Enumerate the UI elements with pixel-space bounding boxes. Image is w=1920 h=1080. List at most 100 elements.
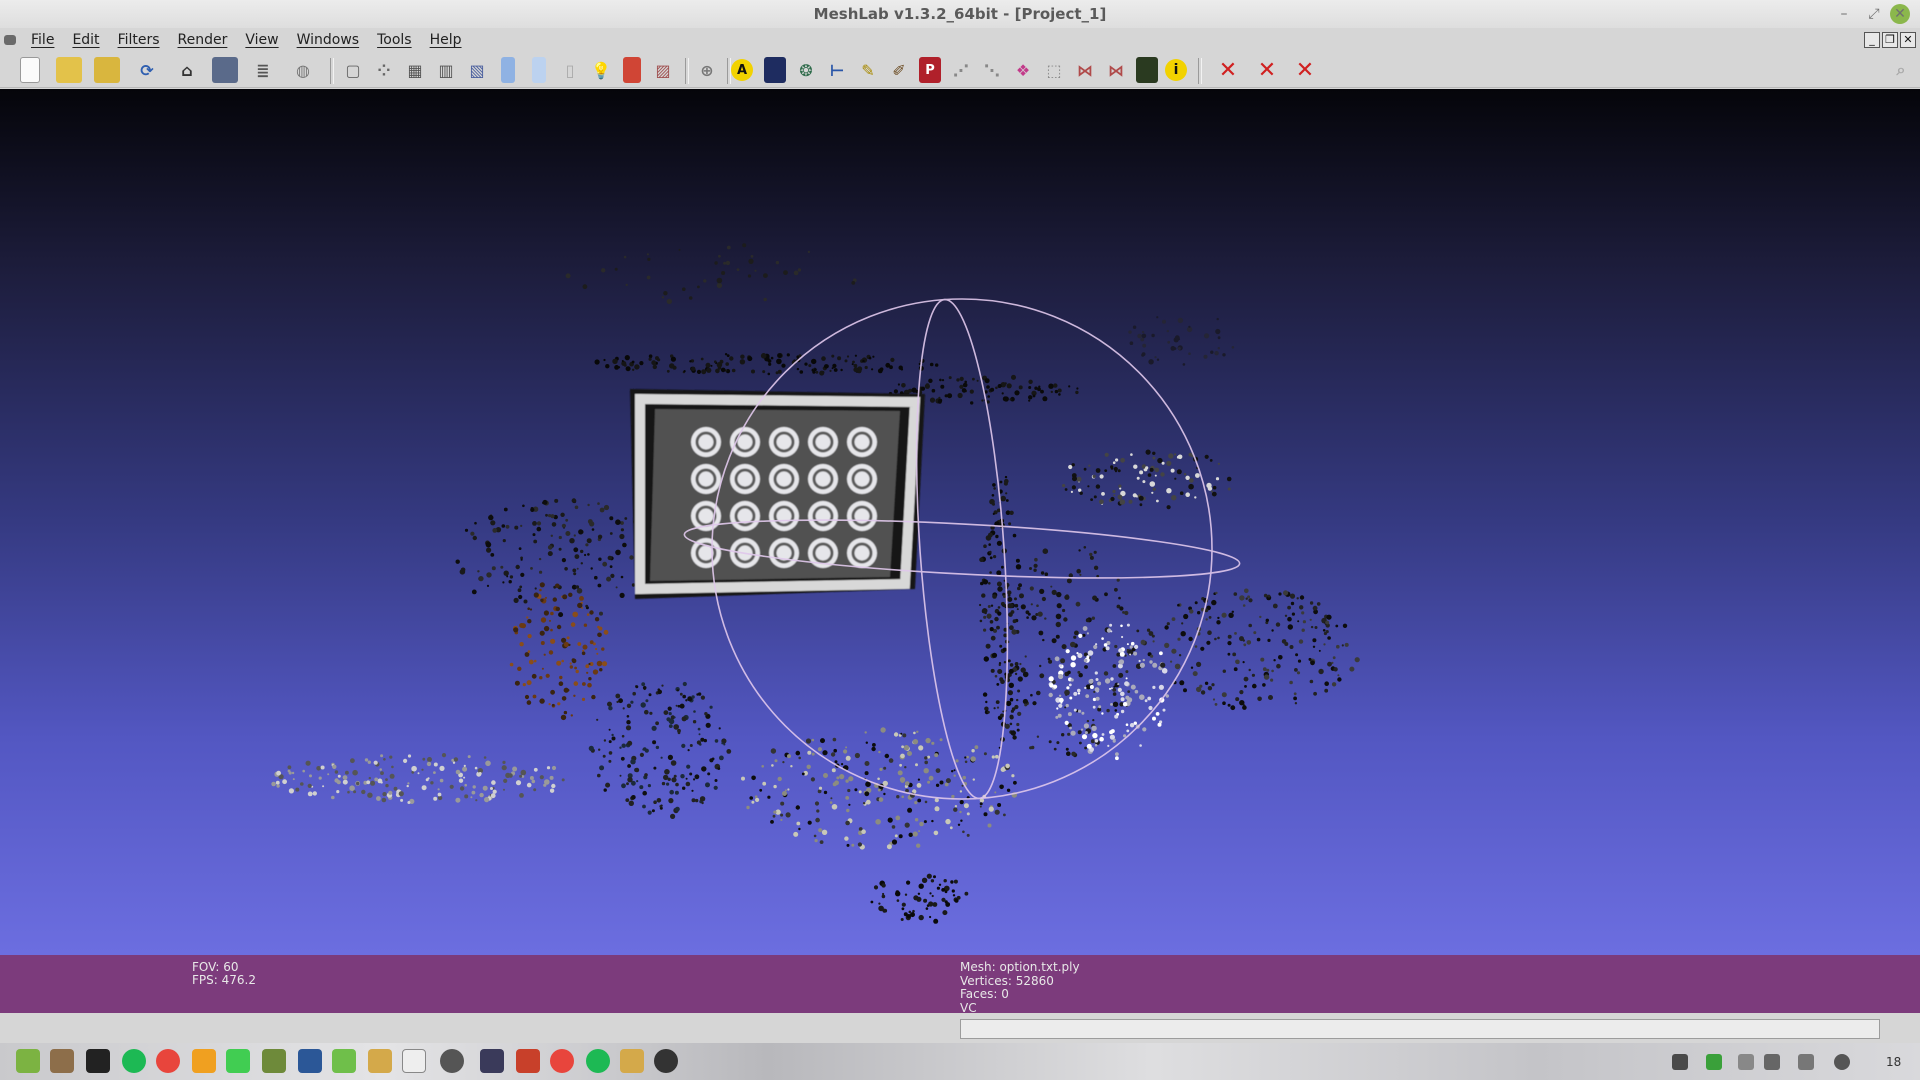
- volume-icon[interactable]: [1798, 1054, 1814, 1070]
- paint-icon[interactable]: ✐: [886, 57, 912, 83]
- select-vertices-icon[interactable]: ⋱: [979, 57, 1005, 83]
- texture-icon[interactable]: [764, 57, 786, 83]
- calc-icon[interactable]: [332, 1049, 356, 1073]
- point: [845, 755, 851, 761]
- point: [472, 785, 476, 789]
- network-icon[interactable]: [1738, 1054, 1754, 1070]
- texture-render-icon[interactable]: ▨: [650, 57, 676, 83]
- open-icon[interactable]: [56, 57, 82, 83]
- image-viewer-icon[interactable]: [516, 1049, 540, 1073]
- snapshot-icon[interactable]: [212, 57, 238, 83]
- menu-filters[interactable]: Filters: [109, 32, 169, 48]
- point: [999, 677, 1004, 682]
- mesh-info-icon[interactable]: ❂: [793, 57, 819, 83]
- light-icon[interactable]: 💡: [588, 57, 614, 83]
- new-icon[interactable]: [20, 57, 40, 83]
- point: [763, 273, 768, 278]
- notifications-icon[interactable]: [1764, 1054, 1780, 1070]
- point: [509, 575, 514, 579]
- point: [984, 378, 990, 384]
- point: [580, 549, 584, 554]
- point: [1078, 709, 1082, 713]
- maximize-icon[interactable]: ⤢: [1864, 4, 1884, 24]
- manipulator-icon[interactable]: ⊕: [694, 57, 720, 83]
- 3d-viewport[interactable]: [0, 89, 1920, 955]
- refresh-app-icon[interactable]: [654, 1049, 678, 1073]
- layers-icon[interactable]: ≣: [250, 57, 276, 83]
- bbox-icon[interactable]: ▢: [340, 57, 366, 83]
- delete-selected-faces-icon[interactable]: ✕: [1215, 57, 1241, 83]
- point: [406, 784, 409, 788]
- point: [721, 271, 726, 275]
- info-icon[interactable]: i: [1165, 59, 1187, 81]
- point: [1022, 671, 1029, 678]
- smooth-icon[interactable]: [532, 57, 546, 83]
- pick-points-icon[interactable]: ✎: [855, 57, 881, 83]
- paint-p-icon[interactable]: P: [919, 57, 941, 83]
- measure-icon[interactable]: ⊢: [824, 57, 850, 83]
- chrome-app-icon[interactable]: [550, 1049, 574, 1073]
- annotation-icon[interactable]: A: [731, 59, 753, 81]
- qt-icon[interactable]: [226, 1049, 250, 1073]
- point: [586, 538, 592, 544]
- folder-icon[interactable]: [368, 1049, 392, 1073]
- dropbox-icon[interactable]: [1672, 1054, 1688, 1070]
- point: [675, 782, 679, 787]
- wireframe-icon[interactable]: ▦: [402, 57, 428, 83]
- menu-view[interactable]: View: [236, 32, 287, 48]
- back-face-icon[interactable]: ▯: [557, 57, 583, 83]
- help-icon[interactable]: [1834, 1054, 1850, 1070]
- shield-icon[interactable]: [1706, 1054, 1722, 1070]
- menu-render[interactable]: Render: [169, 32, 237, 48]
- chrome-icon[interactable]: [156, 1049, 180, 1073]
- mdi-minimize-icon[interactable]: _: [1864, 32, 1880, 48]
- spotify-app-icon[interactable]: [586, 1049, 610, 1073]
- code-icon[interactable]: [298, 1049, 322, 1073]
- reload-icon[interactable]: ⟳: [134, 57, 160, 83]
- point: [1126, 729, 1130, 733]
- points-icon[interactable]: ⁘: [371, 57, 397, 83]
- screenshot-icon[interactable]: [402, 1049, 426, 1073]
- flat-icon[interactable]: ▧: [464, 57, 490, 83]
- menu-file[interactable]: File: [22, 32, 63, 48]
- menu-help[interactable]: Help: [421, 32, 471, 48]
- menu-windows[interactable]: Windows: [288, 32, 369, 48]
- delete-faces-icon[interactable]: ⋈: [1072, 57, 1098, 83]
- flat-lines-icon[interactable]: [501, 57, 515, 83]
- minimize-icon[interactable]: –: [1834, 4, 1854, 24]
- mint-menu-icon[interactable]: [16, 1049, 40, 1073]
- point: [1263, 674, 1270, 680]
- select-region-icon[interactable]: ⬚: [1041, 57, 1067, 83]
- point: [979, 805, 982, 808]
- hidden-lines-icon[interactable]: ▥: [433, 57, 459, 83]
- sphere-icon[interactable]: ◍: [290, 57, 316, 83]
- point: [1089, 555, 1094, 560]
- shell-icon[interactable]: [440, 1049, 464, 1073]
- z-painting-icon[interactable]: [1136, 57, 1158, 83]
- meshlab-app-icon[interactable]: [4, 35, 16, 45]
- writer-icon[interactable]: [480, 1049, 504, 1073]
- close-icon[interactable]: ✕: [1890, 4, 1910, 24]
- point: [459, 786, 465, 791]
- save-icon[interactable]: ⌂: [174, 57, 200, 83]
- files-icon[interactable]: [50, 1049, 74, 1073]
- point: [1014, 662, 1019, 666]
- menu-edit[interactable]: Edit: [63, 32, 108, 48]
- mdi-restore-icon[interactable]: ❐: [1882, 32, 1898, 48]
- fancy-light-icon[interactable]: [623, 57, 641, 83]
- select-faces-icon[interactable]: ⋰: [948, 57, 974, 83]
- file-manager-icon[interactable]: [620, 1049, 644, 1073]
- delete-selected-vertices-icon[interactable]: ✕: [1254, 57, 1280, 83]
- fox-icon[interactable]: [192, 1049, 216, 1073]
- gear-icon[interactable]: [262, 1049, 286, 1073]
- search-icon[interactable]: ⌕: [1888, 57, 1914, 83]
- delete-selection-icon[interactable]: ✕: [1292, 57, 1318, 83]
- point: [517, 666, 522, 671]
- delete-vertices-icon[interactable]: ⋈: [1103, 57, 1129, 83]
- mdi-close-icon[interactable]: ✕: [1900, 32, 1916, 48]
- terminal-icon[interactable]: [86, 1049, 110, 1073]
- spotify-icon[interactable]: [122, 1049, 146, 1073]
- menu-tools[interactable]: Tools: [368, 32, 421, 48]
- select-connected-icon[interactable]: ❖: [1010, 57, 1036, 83]
- open-project-icon[interactable]: [94, 57, 120, 83]
